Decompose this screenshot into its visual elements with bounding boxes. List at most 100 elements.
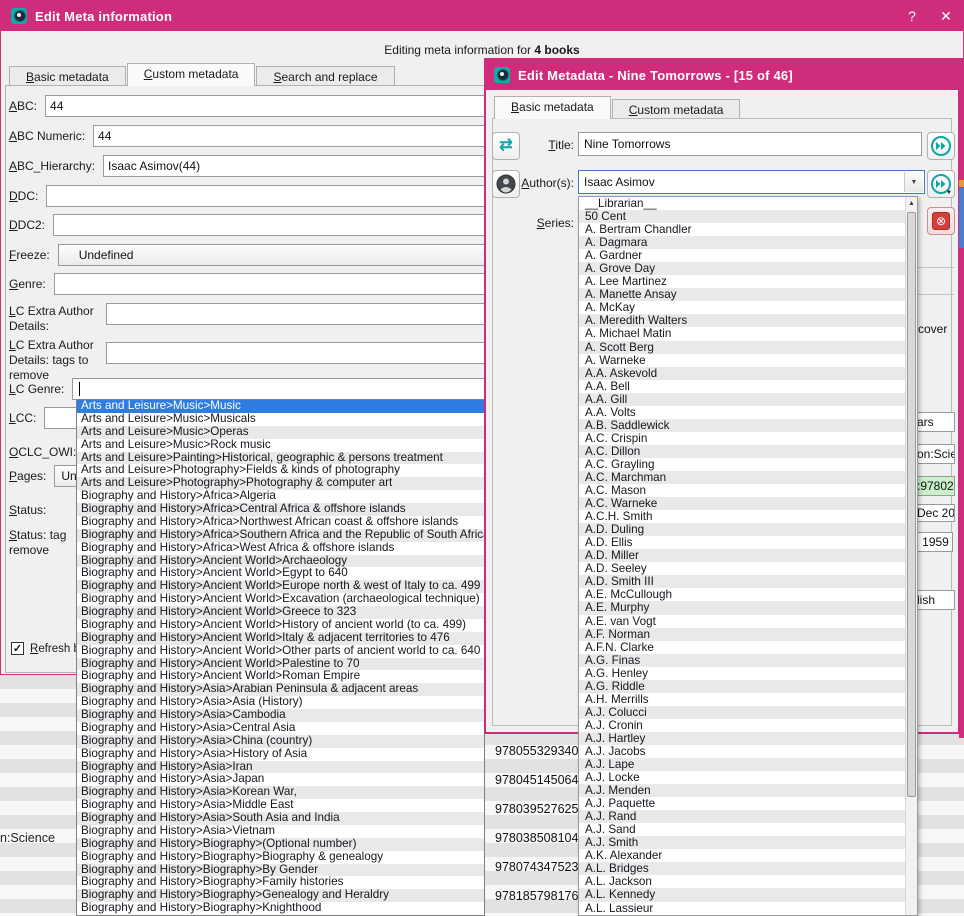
author-option[interactable]: A.L. Kennedy [579, 888, 905, 901]
author-option[interactable]: A.J. Rand [579, 810, 905, 823]
author-option[interactable]: A.C.H. Smith [579, 510, 905, 523]
tab2-custom-metadata[interactable]: Custom metadata [612, 99, 741, 119]
genre-option[interactable]: Biography and History>Ancient World>Hist… [77, 619, 484, 632]
dialog2-titlebar[interactable]: Edit Metadata - Nine Tomorrows - [15 of … [486, 60, 958, 90]
remove-button[interactable]: ⊗ [927, 207, 955, 235]
author-option[interactable]: A.C. Grayling [579, 458, 905, 471]
author-option[interactable]: A.E. Murphy [579, 601, 905, 614]
genre-option[interactable]: Biography and History>Africa>Central Afr… [77, 503, 484, 516]
genre-option[interactable]: Biography and History>Ancient World>Gree… [77, 606, 484, 619]
genre-option[interactable]: Biography and History>Africa>West Africa… [77, 542, 484, 555]
title-input[interactable]: Nine Tomorrows [578, 132, 922, 156]
author-option[interactable]: A. Grove Day [579, 262, 905, 275]
genre-option[interactable]: Arts and Leisure>Photography>Photography… [77, 477, 484, 490]
author-option[interactable]: A.C. Warneke [579, 497, 905, 510]
author-option[interactable]: A. Manette Ansay [579, 288, 905, 301]
author-option[interactable]: __Librarian__ [579, 197, 905, 210]
author-option[interactable]: A.D. Duling [579, 523, 905, 536]
genre-option[interactable]: Biography and History>Asia>Cambodia [77, 709, 484, 722]
author-option[interactable]: A.J. Colucci [579, 706, 905, 719]
author-option[interactable]: A.G. Henley [579, 667, 905, 680]
genre-option[interactable]: Biography and History>Africa>Algeria [77, 490, 484, 503]
author-option[interactable]: A.C. Dillon [579, 445, 905, 458]
close-icon[interactable]: ✕ [929, 8, 963, 25]
author-option[interactable]: A.C. Marchman [579, 471, 905, 484]
author-option[interactable]: A.L. Jackson [579, 875, 905, 888]
lc-genre-dropdown-list[interactable]: Arts and Leisure>Music>Music Arts and Lei… [76, 399, 485, 916]
author-option[interactable]: A. Dagmara [579, 236, 905, 249]
tab-search-and-replace[interactable]: Search and replace [256, 66, 394, 86]
genre-option[interactable]: Arts and Leisure>Photography>Fields & ki… [77, 464, 484, 477]
genre-option[interactable]: Biography and History>Ancient World>Ital… [77, 632, 484, 645]
author-option[interactable]: A.E. McCullough [579, 588, 905, 601]
author-option[interactable]: A. McKay [579, 301, 905, 314]
tab-basic-metadata[interactable]: Basic metadata [9, 66, 126, 86]
genre-option[interactable]: Biography and History>Africa>Southern Af… [77, 529, 484, 542]
cover-button-fragment[interactable]: cover [918, 322, 947, 336]
genre-option[interactable]: Biography and History>Asia>China (countr… [77, 735, 484, 748]
genre-option[interactable]: Biography and History>Africa>Northwest A… [77, 516, 484, 529]
set-title-for-all-button[interactable] [927, 132, 955, 160]
author-option[interactable]: A.J. Cronin [579, 719, 905, 732]
genre-option[interactable]: Biography and History>Asia>Arabian Penin… [77, 683, 484, 696]
author-option[interactable]: A.C. Mason [579, 484, 905, 497]
help-button[interactable]: ? [895, 8, 929, 24]
author-option[interactable]: A.J. Menden [579, 784, 905, 797]
author-option[interactable]: A. Scott Berg [579, 341, 905, 354]
genre-option[interactable]: Biography and History>Ancient World>Roma… [77, 670, 484, 683]
author-option[interactable]: A. Michael Matin [579, 327, 905, 340]
author-option[interactable]: A.G. Riddle [579, 680, 905, 693]
author-option[interactable]: A.J. Locke [579, 771, 905, 784]
author-option[interactable]: A.K. Alexander [579, 849, 905, 862]
genre-option[interactable]: Biography and History>Biography>Family h… [77, 876, 484, 889]
author-option[interactable]: A.A. Gill [579, 393, 905, 406]
tab-custom-metadata[interactable]: Custom metadata [127, 63, 256, 86]
set-author-for-all-button[interactable]: ▼ [927, 170, 955, 198]
author-option[interactable]: A.H. Merrills [579, 693, 905, 706]
author-option[interactable]: A. Lee Martinez [579, 275, 905, 288]
genre-option[interactable]: Biography and History>Asia>Central Asia [77, 722, 484, 735]
genre-option[interactable]: Biography and History>Ancient World>Pale… [77, 658, 484, 671]
author-option[interactable]: A. Meredith Walters [579, 314, 905, 327]
author-option[interactable]: A.J. Smith [579, 836, 905, 849]
genre-option[interactable]: Biography and History>Ancient World>Othe… [77, 645, 484, 658]
author-option[interactable]: A.C. Crispin [579, 432, 905, 445]
genre-option[interactable]: Biography and History>Asia>Iran [77, 761, 484, 774]
author-option[interactable]: A.D. Seeley [579, 562, 905, 575]
genre-option[interactable]: Biography and History>Asia>South Asia an… [77, 812, 484, 825]
author-option[interactable]: A.L. Lassieur [579, 902, 905, 915]
author-option[interactable]: A.J. Jacobs [579, 745, 905, 758]
authors-scrollbar[interactable]: ▲ [905, 197, 917, 915]
genre-option[interactable]: Biography and History>Ancient World>Euro… [77, 580, 484, 593]
author-option[interactable]: A.D. Ellis [579, 536, 905, 549]
authors-combobox[interactable]: Isaac Asimov ▼ [578, 170, 925, 194]
refresh-checkbox[interactable]: ✓ [11, 642, 24, 655]
genre-option[interactable]: Biography and History>Asia>Asia (History… [77, 696, 484, 709]
author-option[interactable]: A.L. Bridges [579, 862, 905, 875]
genre-option[interactable]: Arts and Leisure>Music>Music [77, 400, 484, 413]
author-option[interactable]: A.J. Lape [579, 758, 905, 771]
author-option[interactable]: A.G. Finas [579, 654, 905, 667]
genre-option[interactable]: Biography and History>Ancient World>Exca… [77, 593, 484, 606]
dialog1-titlebar[interactable]: Edit Meta information ? ✕ [1, 1, 963, 31]
genre-option[interactable]: Biography and History>Biography>By Gende… [77, 864, 484, 877]
genre-option[interactable]: Biography and History>Biography>Genealog… [77, 889, 484, 902]
genre-option[interactable]: Arts and Leisure>Music>Rock music [77, 439, 484, 452]
swap-title-author-button[interactable]: ⇄ [492, 132, 520, 160]
author-option[interactable]: A.A. Askevold [579, 367, 905, 380]
author-option[interactable]: A.A. Volts [579, 406, 905, 419]
genre-option[interactable]: Biography and History>Ancient World>Arch… [77, 555, 484, 568]
genre-option[interactable]: Biography and History>Biography>Biograph… [77, 851, 484, 864]
genre-option[interactable]: Biography and History>Asia>Japan [77, 773, 484, 786]
genre-option[interactable]: Biography and History>Asia>Middle East [77, 799, 484, 812]
genre-option[interactable]: Biography and History>Asia>Vietnam [77, 825, 484, 838]
genre-option[interactable]: Arts and Leisure>Painting>Historical, ge… [77, 452, 484, 465]
author-option[interactable]: A.E. van Vogt [579, 615, 905, 628]
genre-option[interactable]: Biography and History>Ancient World>Egyp… [77, 567, 484, 580]
tab2-basic-metadata[interactable]: Basic metadata [494, 96, 611, 119]
author-option[interactable]: A.A. Bell [579, 380, 905, 393]
author-option[interactable]: A.F. Norman [579, 628, 905, 641]
author-option[interactable]: A.B. Saddlewick [579, 419, 905, 432]
author-option[interactable]: A.J. Paquette [579, 797, 905, 810]
author-option[interactable]: A. Bertram Chandler [579, 223, 905, 236]
